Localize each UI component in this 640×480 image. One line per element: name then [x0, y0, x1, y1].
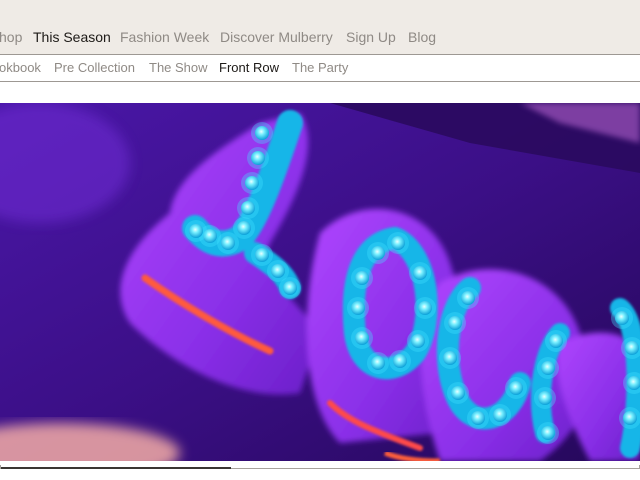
nav-item-fashion-week[interactable]: Fashion Week [120, 28, 209, 46]
bulb [541, 426, 555, 440]
bulb [391, 236, 405, 250]
bulb [615, 311, 629, 325]
bulb [355, 331, 369, 345]
subnav-item-front-row[interactable]: Front Row [219, 60, 279, 76]
bulb [283, 281, 297, 295]
bulb [237, 221, 251, 235]
bulb [221, 236, 235, 250]
bulb [625, 341, 639, 355]
nav-item-blog[interactable]: Blog [408, 28, 436, 46]
bulb [541, 361, 555, 375]
bulb [189, 224, 203, 238]
bulb [418, 301, 432, 315]
bulb [471, 411, 485, 425]
scrollbar-thumb[interactable] [1, 467, 231, 469]
subnav-item-the-show[interactable]: The Show [149, 60, 208, 76]
bulb [413, 266, 427, 280]
bulb [509, 381, 523, 395]
bulb [271, 264, 285, 278]
hero-image[interactable] [0, 103, 640, 461]
nav-item-sign-up[interactable]: Sign Up [346, 28, 396, 46]
bulb [538, 391, 552, 405]
page: hop This Season Fashion Week Discover Mu… [0, 0, 640, 480]
bulb [351, 301, 365, 315]
neon-sign-image [0, 103, 640, 461]
nav-item-shop[interactable]: hop [0, 28, 22, 46]
bulb [443, 351, 457, 365]
bulb [241, 201, 255, 215]
nav-item-this-season[interactable]: This Season [33, 28, 111, 46]
primary-nav: hop This Season Fashion Week Discover Mu… [0, 0, 640, 55]
secondary-nav: okbook Pre Collection The Show Front Row… [0, 55, 640, 82]
bulb [393, 354, 407, 368]
bulb [451, 386, 465, 400]
bulb [493, 408, 507, 422]
bulb [461, 291, 475, 305]
bulb [371, 356, 385, 370]
bulb [255, 248, 269, 262]
bulb [371, 246, 385, 260]
bulb [411, 334, 425, 348]
bulb [251, 151, 265, 165]
bulb [255, 126, 269, 140]
bulb [549, 334, 563, 348]
subnav-item-pre-collection[interactable]: Pre Collection [54, 60, 135, 76]
carousel-scrollbar[interactable] [0, 462, 640, 480]
bulb [623, 411, 637, 425]
nav-item-discover-mulberry[interactable]: Discover Mulberry [220, 28, 333, 46]
subnav-item-lookbook[interactable]: okbook [0, 60, 41, 76]
bulb [448, 316, 462, 330]
bulb [245, 176, 259, 190]
bulb [355, 271, 369, 285]
subnav-item-the-party[interactable]: The Party [292, 60, 348, 76]
